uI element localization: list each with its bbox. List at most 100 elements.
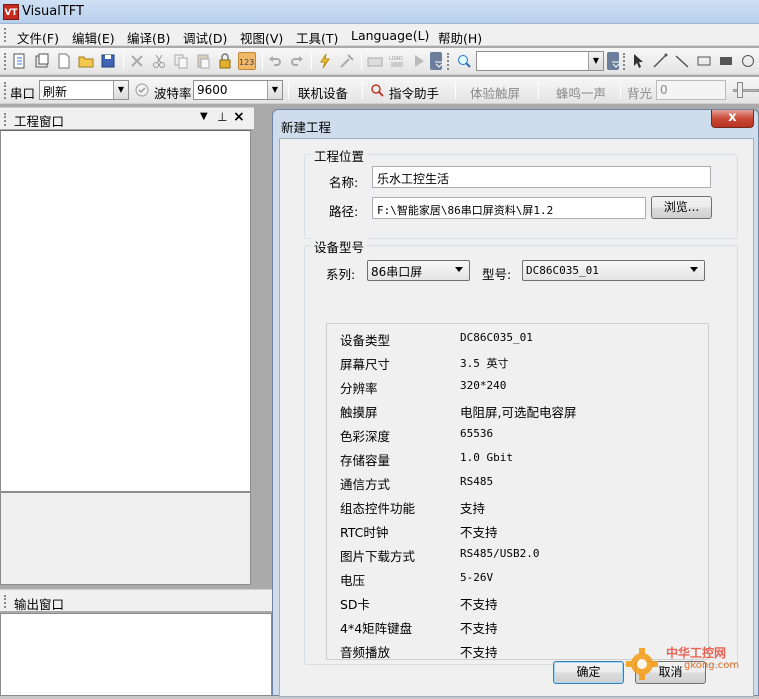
model-select[interactable]: DC86C035_01 xyxy=(522,260,705,281)
toolbar-overflow-icon[interactable] xyxy=(607,52,620,70)
spec-row: 组态控件功能 支持 xyxy=(327,494,708,518)
chevron-down-icon[interactable]: ▼ xyxy=(113,81,128,99)
cut-icon[interactable] xyxy=(150,52,168,70)
watermark-domain: gkong.com xyxy=(684,660,740,671)
number-123-icon[interactable]: 123 xyxy=(238,52,256,70)
new-project-dialog: 新建工程 x 工程位置 名称: 乐水工控生活 路径: F:\智能家居\86串口屏… xyxy=(272,109,759,697)
project-window-title: 工程窗口 xyxy=(14,114,65,129)
close-icon[interactable]: x xyxy=(711,110,754,128)
separator xyxy=(538,82,539,99)
command-helper-icon[interactable] xyxy=(368,81,384,99)
ok-button[interactable]: 确定 xyxy=(553,661,624,684)
backlight-slider-handle[interactable] xyxy=(737,82,743,98)
pointer-icon[interactable] xyxy=(629,52,647,70)
zoom-combo[interactable]: ▼ xyxy=(476,51,604,71)
project-tree[interactable] xyxy=(0,130,251,492)
output-log[interactable] xyxy=(0,613,272,696)
command-helper-button[interactable]: 指令助手 xyxy=(389,83,439,102)
spec-key: 设备类型 xyxy=(340,333,391,348)
close-icon[interactable]: × xyxy=(233,109,245,125)
spec-value: DC86C035_01 xyxy=(460,331,533,344)
paste-icon[interactable] xyxy=(194,52,212,70)
run-icon[interactable] xyxy=(410,52,428,70)
new-project-icon[interactable] xyxy=(10,52,28,70)
filled-rectangle-icon[interactable] xyxy=(717,52,735,70)
buzzer-button[interactable]: 蜂鸣一声 xyxy=(556,83,606,102)
spec-key: 触摸屏 xyxy=(340,405,378,420)
backlight-input[interactable]: 0 xyxy=(656,80,726,100)
project-path-input[interactable]: F:\智能家居\86串口屏资料\屏1.2 xyxy=(372,197,646,219)
rectangle-icon[interactable] xyxy=(695,52,713,70)
series-select[interactable]: 86串口屏 xyxy=(367,260,470,281)
load-icon[interactable]: LOAD xyxy=(388,52,406,70)
chevron-down-icon[interactable]: ▼ xyxy=(588,52,603,70)
baud-rate-icon xyxy=(133,81,151,99)
spec-key: 通信方式 xyxy=(340,477,391,492)
spec-value: 不支持 xyxy=(460,621,498,636)
separator xyxy=(288,82,289,99)
save-icon[interactable] xyxy=(99,52,117,70)
menu-build[interactable]: 编译(B) xyxy=(127,28,170,47)
redo-icon[interactable] xyxy=(288,52,306,70)
menu-grip xyxy=(4,28,7,42)
backlight-value: 0 xyxy=(660,83,668,97)
menu-help[interactable]: 帮助(H) xyxy=(438,28,482,47)
menu-tools[interactable]: 工具(T) xyxy=(296,28,338,47)
backlight-label: 背光 xyxy=(627,86,653,101)
device-model-title: 设备型号 xyxy=(311,237,368,256)
lock-icon[interactable] xyxy=(216,52,234,70)
separator xyxy=(362,82,363,99)
line-tool-icon[interactable] xyxy=(651,52,669,70)
delete-icon[interactable] xyxy=(128,52,146,70)
spec-row: 电压 5-26V xyxy=(327,566,708,590)
project-name-input[interactable]: 乐水工控生活 xyxy=(372,166,711,188)
toolbar-grip xyxy=(4,53,6,70)
chevron-down-icon[interactable]: ▼ xyxy=(267,81,282,99)
panel-menu-icon[interactable]: ▼ xyxy=(200,111,208,122)
name-label: 名称: xyxy=(329,175,359,190)
property-panel xyxy=(0,492,251,585)
baud-combo[interactable]: 9600 ▼ xyxy=(193,80,283,100)
tools-icon[interactable] xyxy=(338,52,356,70)
browse-button[interactable]: 浏览... xyxy=(651,196,712,219)
pin-icon[interactable]: ⊥ xyxy=(217,110,227,124)
watermark-logo: 中华工控网 gkong.com xyxy=(624,640,759,696)
new-file-icon[interactable] xyxy=(55,52,73,70)
spec-key: 图片下载方式 xyxy=(340,549,416,564)
toolbar-grip xyxy=(623,53,625,70)
spec-value: 不支持 xyxy=(460,525,498,540)
output-window-title: 输出窗口 xyxy=(14,597,65,612)
straight-line-icon[interactable] xyxy=(673,52,691,70)
menu-file[interactable]: 文件(F) xyxy=(17,28,59,47)
separator xyxy=(262,53,263,70)
zoom-icon[interactable] xyxy=(455,52,473,70)
copy-icon[interactable] xyxy=(172,52,190,70)
circle-icon[interactable] xyxy=(739,52,757,70)
toolbar-overflow-icon[interactable] xyxy=(430,52,443,70)
undo-icon[interactable] xyxy=(266,52,284,70)
svg-text:123: 123 xyxy=(239,58,254,67)
separator xyxy=(620,82,621,99)
visualtft-app: VT VisualTFT 文件(F) 编辑(E) 编译(B) 调试(D) 视图(… xyxy=(0,0,759,697)
serial-toolbar: 串口 刷新 ▼ 波特率 9600 ▼ 联机设备 指令助手 体验触屏 蜂鸣一声 背… xyxy=(0,77,759,104)
menu-edit[interactable]: 编辑(E) xyxy=(72,28,115,47)
touch-experience-button[interactable]: 体验触屏 xyxy=(470,83,520,102)
menu-debug[interactable]: 调试(D) xyxy=(183,28,227,47)
spec-key: 4*4矩阵键盘 xyxy=(340,621,413,636)
compile-icon[interactable] xyxy=(316,52,334,70)
online-device-button[interactable]: 联机设备 xyxy=(298,83,348,102)
keyboard-icon[interactable] xyxy=(366,52,384,70)
menu-language[interactable]: Language(L) xyxy=(351,28,429,43)
open-template-icon[interactable] xyxy=(33,52,51,70)
series-label: 系列: xyxy=(326,267,356,282)
spec-row: 存储容量 1.0 Gbit xyxy=(327,446,708,470)
panel-grip xyxy=(4,113,7,126)
spec-key: 存储容量 xyxy=(340,453,391,468)
spec-row: 通信方式 RS485 xyxy=(327,470,708,494)
spec-row: 设备类型 DC86C035_01 xyxy=(327,326,708,350)
menu-view[interactable]: 视图(V) xyxy=(240,28,283,47)
port-combo[interactable]: 刷新 ▼ xyxy=(39,80,129,100)
spec-row: 4*4矩阵键盘 不支持 xyxy=(327,614,708,638)
open-folder-icon[interactable] xyxy=(77,52,95,70)
chevron-down-icon xyxy=(690,267,698,272)
